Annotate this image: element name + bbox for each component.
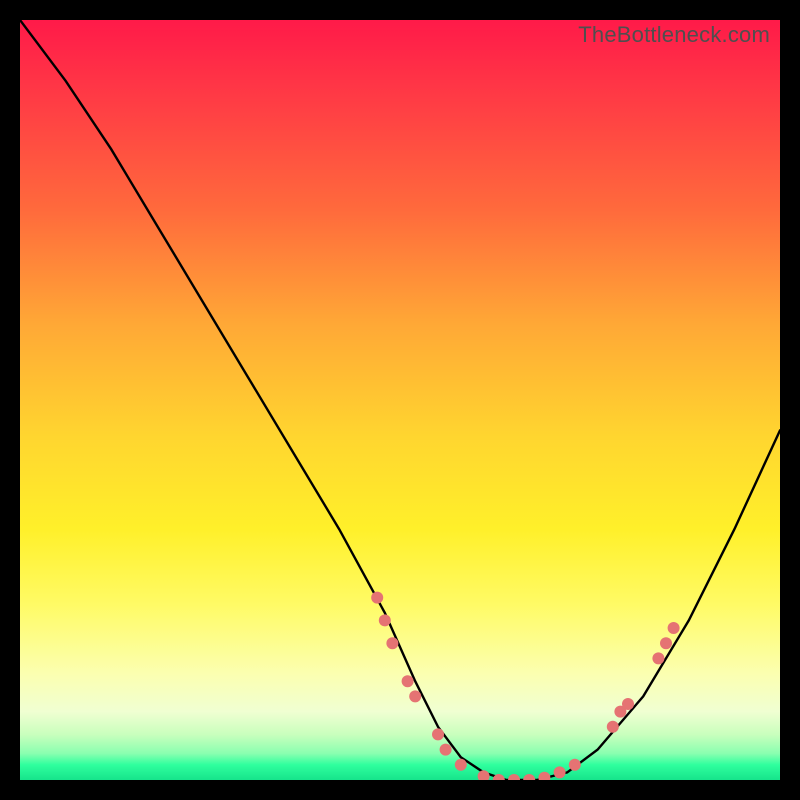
highlight-marker <box>523 774 535 780</box>
bottleneck-curve-path <box>20 20 780 780</box>
watermark-text: TheBottleneck.com <box>578 22 770 48</box>
highlight-marker <box>478 770 490 780</box>
highlight-marker <box>660 637 672 649</box>
bottleneck-curve-svg <box>20 20 780 780</box>
highlight-marker <box>668 622 680 634</box>
highlight-marker <box>386 637 398 649</box>
highlight-marker <box>409 690 421 702</box>
chart-frame: TheBottleneck.com <box>20 20 780 780</box>
highlight-marker <box>652 652 664 664</box>
highlight-marker <box>622 698 634 710</box>
highlight-marker <box>455 759 467 771</box>
highlight-marker <box>607 721 619 733</box>
highlight-marker <box>371 592 383 604</box>
highlight-marker <box>538 772 550 780</box>
highlight-marker <box>569 759 581 771</box>
highlight-marker <box>554 766 566 778</box>
highlight-marker <box>432 728 444 740</box>
highlight-marker <box>379 614 391 626</box>
highlight-marker <box>508 774 520 780</box>
highlight-marker <box>440 744 452 756</box>
highlight-marker <box>402 675 414 687</box>
